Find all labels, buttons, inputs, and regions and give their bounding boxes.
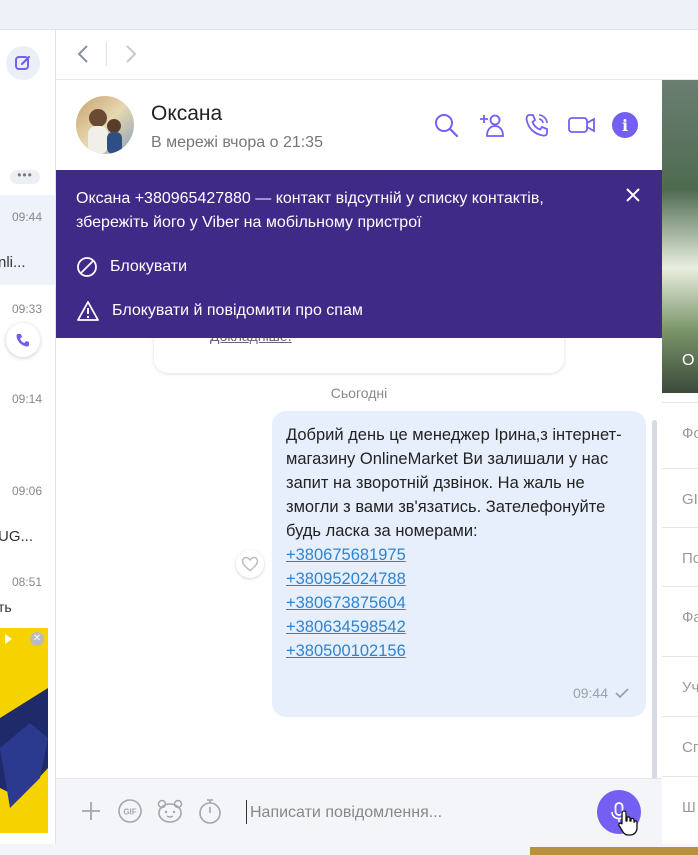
chat-header: Оксана В мережі вчора о 21:35 i xyxy=(56,80,662,170)
list-item-time: 09:06 xyxy=(11,484,42,498)
video-call-button[interactable] xyxy=(567,110,597,140)
edit-icon xyxy=(15,55,31,70)
list-item-time: 09:44 xyxy=(11,210,42,224)
photo-caption: О xyxy=(682,352,695,369)
close-icon xyxy=(626,188,640,202)
close-icon[interactable]: ✕ xyxy=(30,632,44,646)
checkmark-icon xyxy=(615,688,629,699)
contact-status: В мережі вчора о 21:35 xyxy=(151,134,323,151)
window-top-bar xyxy=(0,0,698,30)
phone-link[interactable]: +380673875604 xyxy=(286,591,632,615)
search-button[interactable] xyxy=(431,110,461,140)
avatar[interactable] xyxy=(76,96,134,154)
close-banner-button[interactable] xyxy=(624,186,642,209)
attach-button[interactable] xyxy=(77,797,105,825)
phone-link[interactable]: +380634598542 xyxy=(286,615,632,639)
timer-icon xyxy=(199,799,221,824)
background-window xyxy=(530,847,698,855)
phone-link[interactable]: +380675681975 xyxy=(286,543,632,567)
block-report-label: Блокувати й повідомити про спам xyxy=(112,302,363,319)
promo-banner[interactable]: ✕ xyxy=(0,628,48,833)
more-options-button[interactable]: ••• xyxy=(10,169,40,184)
block-report-button[interactable]: Блокувати й повідомити про спам xyxy=(76,300,363,322)
info-icon: i xyxy=(612,112,638,138)
unknown-contact-banner: Оксана +380965427880 — контакт відсутній… xyxy=(56,170,662,338)
list-item[interactable]: 09:06 UG... xyxy=(0,474,55,564)
phone-icon xyxy=(525,114,548,137)
video-camera-icon xyxy=(568,117,595,133)
list-item-preview: nli... xyxy=(0,254,26,271)
info-item[interactable]: Ш xyxy=(662,776,698,832)
list-item-time: 09:14 xyxy=(11,392,42,406)
navigation-bar xyxy=(56,30,698,80)
info-item[interactable]: Фо xyxy=(662,402,698,458)
text-cursor xyxy=(246,800,247,824)
avatar-photo xyxy=(88,109,122,154)
list-item-preview: ть xyxy=(0,599,12,615)
like-button[interactable] xyxy=(236,550,264,578)
banner-message: Оксана +380965427880 — контакт відсутній… xyxy=(76,190,544,231)
list-item-time: 09:33 xyxy=(11,302,42,316)
info-item[interactable]: По xyxy=(662,527,698,583)
chat-list: ••• 09:44 nli... 09:33 09:14 09:06 UG...… xyxy=(0,30,56,855)
message-text: Добрий день це менеджер Ірина,з інтернет… xyxy=(286,426,622,540)
call-button[interactable] xyxy=(6,323,40,357)
message-bubble[interactable]: Добрий день це менеджер Ірина,з інтернет… xyxy=(272,411,646,717)
info-item[interactable]: Фа xyxy=(662,586,698,642)
audio-call-button[interactable] xyxy=(522,110,552,140)
heart-icon xyxy=(241,556,259,572)
contact-photo[interactable]: О xyxy=(662,80,698,393)
message-time: 09:44 xyxy=(572,685,608,701)
phone-icon xyxy=(16,334,29,347)
bottom-strip xyxy=(0,844,698,855)
forward-button[interactable] xyxy=(120,42,142,71)
info-item[interactable]: Уч xyxy=(662,656,698,712)
block-label: Блокувати xyxy=(110,258,188,275)
list-item-preview: UG... xyxy=(0,528,34,545)
info-item[interactable]: Сп xyxy=(662,716,698,772)
message-list: Докладніше. Сьогодні Добрий день це мене… xyxy=(56,328,662,780)
block-button[interactable]: Блокувати xyxy=(76,256,187,278)
chat-info-panel: О Фо GI По Фа Уч Сп Ш xyxy=(662,80,698,855)
chevron-right-icon xyxy=(126,45,137,63)
sticker-bear-icon xyxy=(157,799,183,823)
chat-info-button[interactable]: i xyxy=(610,110,640,140)
compose-button[interactable] xyxy=(6,46,40,80)
list-item-time: 08:51 xyxy=(11,575,42,589)
day-divider: Сьогодні xyxy=(330,385,388,401)
plus-icon xyxy=(82,802,100,820)
message-composer: GIF xyxy=(56,778,662,844)
search-icon xyxy=(435,114,459,138)
warning-icon xyxy=(77,301,99,321)
contact-name: Оксана xyxy=(151,102,223,125)
info-item[interactable]: GI xyxy=(662,468,698,524)
list-item[interactable]: 09:14 xyxy=(0,382,55,472)
list-item[interactable]: 09:44 nli... xyxy=(0,195,55,285)
timer-button[interactable] xyxy=(196,797,224,825)
message-meta: 09:44 xyxy=(573,681,630,705)
gif-icon: GIF xyxy=(118,799,142,823)
chevron-left-icon xyxy=(77,45,88,63)
message-input[interactable] xyxy=(250,802,580,824)
block-icon xyxy=(77,257,97,277)
list-item[interactable]: 08:51 ть xyxy=(0,565,55,625)
promo-artwork xyxy=(0,634,48,808)
message-scrollbar[interactable] xyxy=(652,420,657,780)
hand-cursor-icon xyxy=(618,810,638,836)
add-participant-button[interactable] xyxy=(477,110,507,140)
svg-text:GIF: GIF xyxy=(123,808,136,817)
add-user-icon xyxy=(480,114,504,137)
back-button[interactable] xyxy=(72,42,94,71)
divider xyxy=(106,42,107,66)
sticker-button[interactable] xyxy=(156,797,184,825)
gif-button[interactable]: GIF xyxy=(116,797,144,825)
phone-link[interactable]: +380952024788 xyxy=(286,567,632,591)
phone-link[interactable]: +380500102156 xyxy=(286,639,632,663)
